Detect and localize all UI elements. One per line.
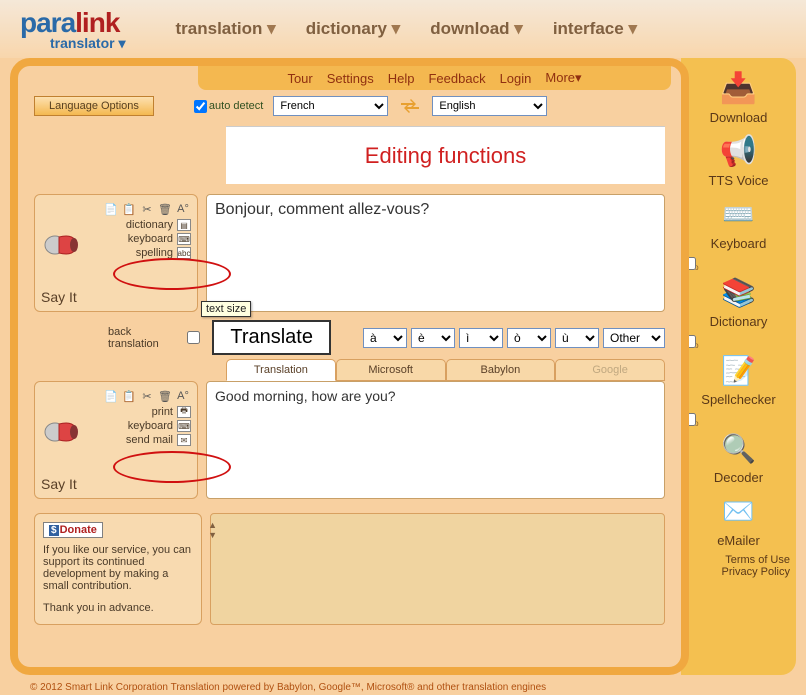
back-translation-checkbox[interactable] bbox=[187, 331, 200, 344]
tts-icon: 📢 bbox=[719, 131, 759, 171]
accent-e[interactable]: è bbox=[411, 328, 455, 348]
accent-other[interactable]: Other bbox=[603, 328, 665, 348]
donate-button[interactable]: $Donate bbox=[43, 522, 103, 538]
keyboard-icon[interactable]: ⌨ bbox=[177, 420, 191, 432]
target-language-select[interactable]: English bbox=[432, 96, 547, 116]
print-link[interactable]: print bbox=[152, 406, 173, 418]
footer: © 2012 Smart Link Corporation Translatio… bbox=[30, 682, 546, 693]
nav-download[interactable]: download ▾ bbox=[430, 19, 523, 39]
accent-u[interactable]: ù bbox=[555, 328, 599, 348]
mail-icon[interactable]: ✉ bbox=[177, 434, 191, 446]
nav-translation[interactable]: translation ▾ bbox=[176, 19, 276, 39]
donate-thanks: Thank you in advance. bbox=[43, 602, 193, 614]
dictionary-icon: 📚 bbox=[719, 272, 759, 312]
keyboard-link[interactable]: keyboard bbox=[128, 420, 173, 432]
text-size-icon[interactable]: A° bbox=[175, 201, 191, 217]
text-size-icon[interactable]: A° bbox=[175, 388, 191, 404]
menu-settings[interactable]: Settings bbox=[327, 71, 374, 86]
download-icon: 📥 bbox=[719, 68, 759, 108]
donate-text: If you like our service, you can support… bbox=[43, 544, 193, 592]
side-decoder[interactable]: 🔍Decoder bbox=[681, 428, 796, 485]
copy-icon[interactable]: 📄 bbox=[103, 201, 119, 217]
scroll-arrows[interactable]: ▲▼ bbox=[208, 520, 217, 540]
menu-login[interactable]: Login bbox=[500, 71, 532, 86]
say-it-button[interactable]: Say It bbox=[41, 289, 77, 305]
tooltip: text size bbox=[201, 301, 251, 317]
keyboard-link[interactable]: keyboard bbox=[128, 233, 173, 245]
side-download[interactable]: 📥Download bbox=[681, 68, 796, 125]
translate-button[interactable]: Translate bbox=[212, 320, 331, 355]
language-options-button[interactable]: Language Options bbox=[34, 96, 154, 116]
accent-a[interactable]: à bbox=[363, 328, 407, 348]
delete-icon[interactable]: 🗑 bbox=[157, 201, 173, 217]
send-mail-link[interactable]: send mail bbox=[126, 434, 173, 446]
side-emailer[interactable]: ✉️eMailer bbox=[681, 491, 796, 548]
say-it-button[interactable]: Say It bbox=[41, 476, 77, 492]
side-panel: 📥Download 📢TTS Voice ⌨️Keyboard auto 📚Di… bbox=[681, 58, 796, 675]
spell-icon: 📝 bbox=[719, 350, 759, 390]
spelling-link[interactable]: spelling bbox=[136, 247, 173, 259]
engine-tabs: Translation Microsoft Babylon Google bbox=[226, 359, 665, 381]
auto-detect-checkbox[interactable]: auto detect bbox=[194, 100, 263, 113]
side-keyboard[interactable]: ⌨️Keyboard bbox=[681, 194, 796, 251]
terms-link[interactable]: Terms of Use bbox=[681, 554, 790, 566]
cut-icon[interactable]: ✂ bbox=[139, 388, 155, 404]
accent-o[interactable]: ò bbox=[507, 328, 551, 348]
back-translation-label: back translation bbox=[108, 326, 175, 350]
logo[interactable]: paralink translator ▾ bbox=[20, 7, 126, 52]
top-nav: translation ▾ dictionary ▾ download ▾ in… bbox=[176, 19, 637, 39]
menu-help[interactable]: Help bbox=[388, 71, 415, 86]
paste-icon[interactable]: 📋 bbox=[121, 388, 137, 404]
cut-icon[interactable]: ✂ bbox=[139, 201, 155, 217]
copy-icon[interactable]: 📄 bbox=[103, 388, 119, 404]
menu-feedback[interactable]: Feedback bbox=[428, 71, 485, 86]
donate-box: $Donate ▲▼ If you like our service, you … bbox=[34, 513, 202, 625]
nav-dictionary[interactable]: dictionary ▾ bbox=[306, 19, 401, 39]
tab-translation[interactable]: Translation bbox=[226, 359, 336, 381]
speaker-icon[interactable] bbox=[41, 410, 81, 450]
keyboard-icon: ⌨️ bbox=[719, 194, 759, 234]
paste-icon[interactable]: 📋 bbox=[121, 201, 137, 217]
menu-more[interactable]: More▾ bbox=[545, 70, 581, 86]
extra-output bbox=[210, 513, 665, 625]
mail-icon: ✉️ bbox=[719, 491, 759, 531]
side-spellchecker[interactable]: 📝Spellchecker bbox=[681, 350, 796, 407]
input-textarea[interactable]: Bonjour, comment allez-vous? bbox=[206, 194, 665, 312]
print-icon[interactable]: 🖶 bbox=[177, 406, 191, 418]
nav-interface[interactable]: interface ▾ bbox=[553, 19, 637, 39]
privacy-link[interactable]: Privacy Policy bbox=[681, 566, 790, 578]
accent-i[interactable]: ì bbox=[459, 328, 503, 348]
book-icon[interactable]: ▤ bbox=[177, 219, 191, 231]
source-language-select[interactable]: French bbox=[273, 96, 388, 116]
tab-babylon[interactable]: Babylon bbox=[446, 359, 556, 381]
side-tts[interactable]: 📢TTS Voice bbox=[681, 131, 796, 188]
keyboard-icon[interactable]: ⌨ bbox=[177, 233, 191, 245]
decoder-icon: 🔍 bbox=[719, 428, 759, 468]
menu-bar: Tour Settings Help Feedback Login More▾ bbox=[198, 66, 671, 90]
editing-banner: Editing functions bbox=[226, 126, 665, 184]
swap-languages-icon[interactable] bbox=[398, 96, 422, 116]
speaker-icon[interactable] bbox=[41, 223, 81, 263]
dictionary-link[interactable]: dictionary bbox=[126, 219, 173, 231]
menu-tour[interactable]: Tour bbox=[287, 71, 312, 86]
abc-icon[interactable]: abc bbox=[177, 247, 191, 259]
delete-icon[interactable]: 🗑 bbox=[157, 388, 173, 404]
tab-microsoft[interactable]: Microsoft bbox=[336, 359, 446, 381]
side-dictionary[interactable]: 📚Dictionary bbox=[681, 272, 796, 329]
output-textarea[interactable]: Good morning, how are you? bbox=[206, 381, 665, 499]
output-sidebox: 📄 📋 ✂ 🗑 A° print 🖶 keyboard ⌨ send mail ✉ S… bbox=[34, 381, 198, 499]
input-sidebox: 📄 📋 ✂ 🗑 A° dictionary ▤ keyboard ⌨ spellin… bbox=[34, 194, 198, 312]
tab-google[interactable]: Google bbox=[555, 359, 665, 381]
